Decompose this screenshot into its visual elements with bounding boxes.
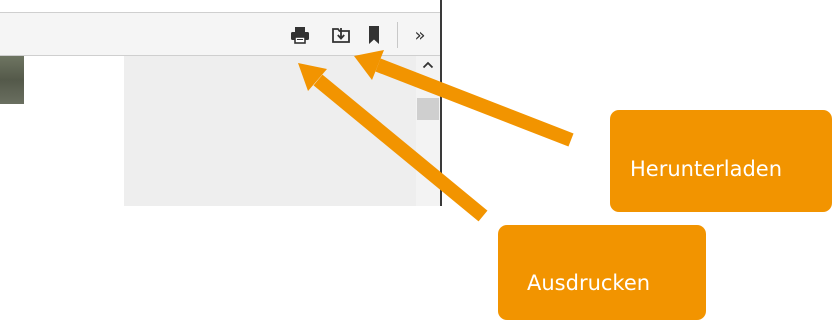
download-icon: [332, 28, 350, 43]
printer-icon: [291, 27, 309, 44]
bookmark-button[interactable]: [362, 23, 386, 47]
print-callout: Ausdrucken: [498, 225, 706, 320]
more-tools-button[interactable]: »: [406, 22, 434, 48]
download-button[interactable]: [329, 23, 353, 47]
scroll-up-button[interactable]: [416, 56, 440, 74]
download-callout: Herunterladen: [610, 110, 832, 212]
page-thumbnail[interactable]: [0, 56, 24, 104]
print-callout-label: Ausdrucken: [527, 271, 651, 295]
viewer-toolbar: »: [0, 12, 440, 56]
chevron-up-icon: [422, 61, 434, 69]
bookmark-icon: [369, 26, 379, 44]
scroll-thumb[interactable]: [417, 98, 439, 120]
document-viewer: »: [0, 0, 442, 206]
side-panel: [124, 56, 416, 206]
vertical-scrollbar[interactable]: [416, 56, 440, 206]
toolbar-separator: [397, 22, 398, 48]
download-callout-label: Herunterladen: [630, 157, 783, 181]
print-button[interactable]: [288, 23, 312, 47]
